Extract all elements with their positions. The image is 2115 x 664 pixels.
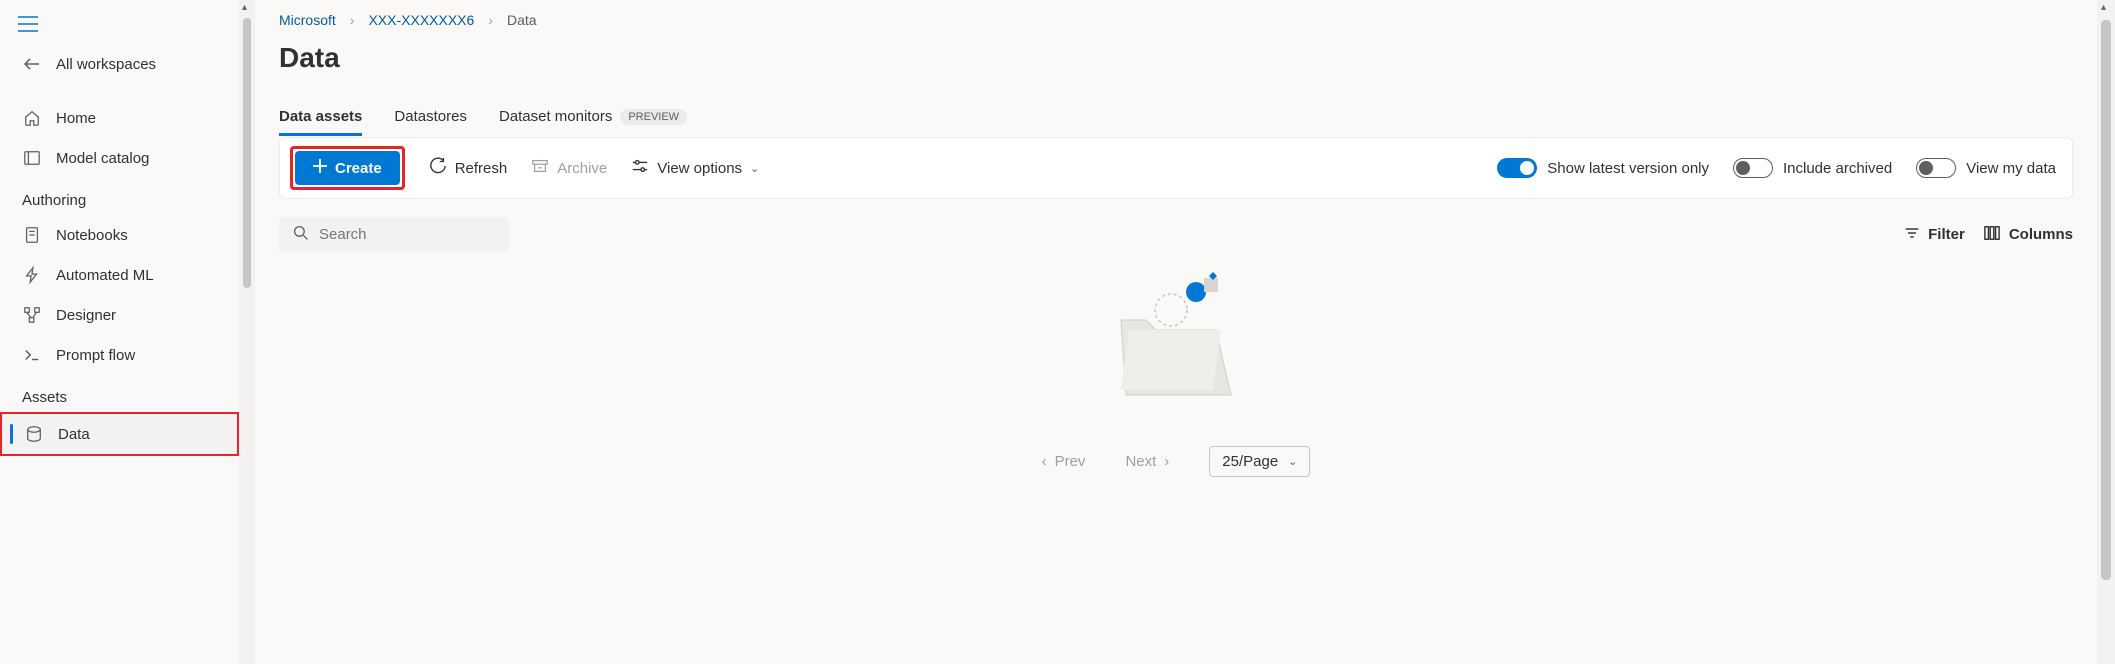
- sidebar-item-label: Home: [56, 110, 96, 127]
- chevron-right-icon: ›: [488, 12, 493, 28]
- empty-state: [255, 260, 2097, 430]
- sidebar-item-label: Model catalog: [56, 150, 149, 167]
- sidebar-section-authoring: Authoring: [0, 178, 239, 215]
- chevron-right-icon: ›: [350, 12, 355, 28]
- page-title: Data: [255, 36, 2097, 98]
- sidebar-item-label: Data: [58, 426, 90, 443]
- toggle-label: Show latest version only: [1547, 160, 1709, 177]
- home-icon: [22, 108, 42, 128]
- chevron-right-icon: ›: [1164, 453, 1169, 470]
- tab-data-assets[interactable]: Data assets: [279, 98, 362, 135]
- chevron-left-icon: ‹: [1042, 453, 1047, 470]
- tabs: Data assets Datastores Dataset monitors …: [255, 98, 2097, 135]
- prev-label: Prev: [1055, 453, 1086, 470]
- back-arrow-icon: [22, 54, 42, 74]
- breadcrumb: Microsoft › XXX-XXXXXXX6 › Data: [255, 0, 2097, 36]
- sidebar-item-label: Prompt flow: [56, 347, 135, 364]
- prompt-icon: [22, 345, 42, 365]
- main-scrollbar[interactable]: ▴: [2097, 0, 2115, 664]
- sidebar-item-home[interactable]: Home: [0, 98, 239, 138]
- sliders-icon: [631, 157, 649, 179]
- sidebar-item-notebooks[interactable]: Notebooks: [0, 215, 239, 255]
- sidebar-scrollbar[interactable]: ▴: [239, 0, 255, 664]
- notebook-icon: [22, 225, 42, 245]
- breadcrumb-current: Data: [507, 12, 537, 28]
- sidebar-section-assets: Assets: [0, 375, 239, 412]
- data-icon: [24, 424, 44, 444]
- sidebar-item-data[interactable]: Data: [0, 412, 239, 456]
- create-button-highlight: Create: [290, 146, 405, 190]
- refresh-button[interactable]: Refresh: [429, 157, 508, 179]
- sidebar-item-label: Designer: [56, 307, 116, 324]
- scroll-up-icon: ▴: [2101, 2, 2106, 13]
- columns-button[interactable]: Columns: [1983, 225, 2073, 245]
- columns-icon: [1983, 225, 2001, 245]
- sidebar-item-automated-ml[interactable]: Automated ML: [0, 255, 239, 295]
- all-workspaces-link[interactable]: All workspaces: [0, 44, 239, 84]
- empty-folder-icon: [1101, 270, 1251, 410]
- tab-label: Datastores: [394, 108, 467, 125]
- archive-icon: [531, 157, 549, 179]
- toggle-view-my-data-switch[interactable]: [1916, 158, 1956, 178]
- page-size-label: 25/Page: [1222, 453, 1278, 470]
- prev-button[interactable]: ‹ Prev: [1042, 453, 1086, 470]
- tab-dataset-monitors[interactable]: Dataset monitors PREVIEW: [499, 98, 687, 135]
- tab-label: Data assets: [279, 108, 362, 125]
- plus-icon: [313, 159, 327, 177]
- next-label: Next: [1125, 453, 1156, 470]
- archive-label: Archive: [557, 160, 607, 177]
- tab-label: Dataset monitors: [499, 108, 612, 125]
- list-toolbar: Filter Columns: [255, 199, 2097, 260]
- search-input[interactable]: [319, 226, 518, 243]
- filter-icon: [1904, 225, 1920, 245]
- view-options-label: View options: [657, 160, 742, 177]
- archive-button: Archive: [531, 157, 607, 179]
- sidebar-item-label: Automated ML: [56, 267, 154, 284]
- toggle-view-my-data: View my data: [1916, 158, 2056, 178]
- sidebar: All workspaces Home Model catalog Author…: [0, 0, 239, 664]
- toggle-include-archived: Include archived: [1733, 158, 1892, 178]
- create-button[interactable]: Create: [295, 151, 400, 185]
- filter-label: Filter: [1928, 226, 1965, 243]
- breadcrumb-workspace[interactable]: XXX-XXXXXXX6: [368, 12, 474, 28]
- search-box[interactable]: [279, 217, 509, 252]
- breadcrumb-root[interactable]: Microsoft: [279, 12, 336, 28]
- main-content: Microsoft › XXX-XXXXXXX6 › Data Data Dat…: [255, 0, 2097, 664]
- sidebar-item-model-catalog[interactable]: Model catalog: [0, 138, 239, 178]
- next-button[interactable]: Next ›: [1125, 453, 1169, 470]
- toggle-label: Include archived: [1783, 160, 1892, 177]
- catalog-icon: [22, 148, 42, 168]
- all-workspaces-label: All workspaces: [56, 56, 156, 73]
- designer-icon: [22, 305, 42, 325]
- toggle-include-archived-switch[interactable]: [1733, 158, 1773, 178]
- refresh-icon: [429, 157, 447, 179]
- sidebar-item-prompt-flow[interactable]: Prompt flow: [0, 335, 239, 375]
- view-options-button[interactable]: View options ⌄: [631, 157, 759, 179]
- search-icon: [293, 225, 309, 244]
- refresh-label: Refresh: [455, 160, 508, 177]
- toggle-show-latest: Show latest version only: [1497, 158, 1709, 178]
- chevron-down-icon: ⌄: [1288, 455, 1297, 468]
- toggle-show-latest-switch[interactable]: [1497, 158, 1537, 178]
- pagination: ‹ Prev Next › 25/Page ⌄: [255, 430, 2097, 493]
- tab-datastores[interactable]: Datastores: [394, 98, 467, 135]
- page-size-select[interactable]: 25/Page ⌄: [1209, 446, 1310, 477]
- create-label: Create: [335, 160, 382, 177]
- sidebar-item-designer[interactable]: Designer: [0, 295, 239, 335]
- hamburger-menu[interactable]: [0, 12, 239, 44]
- scroll-up-icon: ▴: [242, 2, 247, 13]
- chevron-down-icon: ⌄: [750, 162, 759, 175]
- filter-button[interactable]: Filter: [1904, 225, 1965, 245]
- toolbar: Create Refresh Archive View options ⌄ Sh: [279, 137, 2073, 199]
- bolt-icon: [22, 265, 42, 285]
- columns-label: Columns: [2009, 226, 2073, 243]
- preview-badge: PREVIEW: [620, 109, 687, 125]
- sidebar-item-label: Notebooks: [56, 227, 128, 244]
- toggle-label: View my data: [1966, 160, 2056, 177]
